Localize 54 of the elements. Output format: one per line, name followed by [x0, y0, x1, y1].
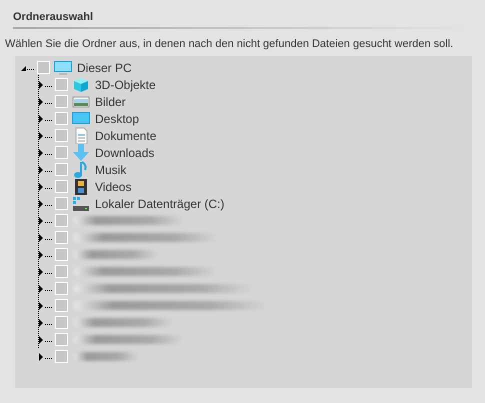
collapse-icon[interactable] [21, 64, 35, 72]
expand-icon[interactable] [39, 250, 53, 258]
tree-item-label[interactable]: Lokaler Datenträger (C:) [95, 196, 224, 210]
tree-item-label[interactable]: Desktop [95, 112, 140, 126]
cube-icon [72, 76, 90, 93]
checkbox[interactable] [55, 231, 68, 244]
tree-item-label[interactable]: Bilder [95, 94, 126, 108]
download-arrow-icon [72, 144, 90, 161]
expand-icon[interactable] [39, 268, 53, 276]
expand-icon[interactable] [39, 336, 53, 344]
expand-icon[interactable] [39, 284, 53, 292]
tree-item-label[interactable]: Dokumente [95, 128, 156, 142]
expand-icon[interactable] [39, 148, 53, 156]
checkbox[interactable] [55, 146, 68, 159]
expand-icon[interactable] [39, 216, 53, 224]
description-text: Wählen Sie die Ordner aus, in denen nach den nicht gefunden Dateien gesucht werden soll. [5, 37, 454, 51]
checkbox[interactable] [55, 129, 68, 142]
checkbox[interactable] [55, 333, 68, 346]
checkbox[interactable] [55, 265, 68, 278]
checkbox[interactable] [55, 248, 68, 261]
checkbox[interactable] [55, 214, 68, 227]
checkbox[interactable] [55, 180, 68, 193]
checkbox[interactable] [55, 95, 68, 108]
expand-icon[interactable] [39, 318, 53, 326]
checkbox[interactable] [55, 299, 68, 312]
computer-icon [54, 60, 72, 76]
tree-item-label[interactable]: Dieser PC [77, 60, 132, 74]
expand-icon[interactable] [39, 182, 53, 190]
expand-icon[interactable] [39, 302, 53, 310]
expand-icon[interactable] [39, 352, 53, 360]
tree-item-label[interactable]: Downloads [95, 146, 154, 160]
checkbox[interactable] [55, 316, 68, 329]
checkbox[interactable] [55, 112, 68, 125]
blurred-label [74, 352, 139, 361]
expand-icon[interactable] [39, 80, 53, 88]
expand-icon[interactable] [39, 200, 53, 208]
expand-icon[interactable] [39, 166, 53, 174]
section-title: Ordnerauswahl [13, 10, 94, 25]
expand-icon[interactable] [39, 98, 53, 106]
checkbox[interactable] [55, 350, 68, 363]
tree-item-label[interactable]: 3D-Objekte [95, 78, 156, 92]
checkbox[interactable] [55, 282, 68, 295]
film-icon [72, 178, 90, 195]
expand-icon[interactable] [39, 132, 53, 140]
drive-icon [72, 195, 90, 212]
expand-icon[interactable] [39, 114, 53, 122]
checkbox[interactable] [55, 163, 68, 176]
monitor-icon [72, 110, 90, 127]
expand-icon[interactable] [39, 234, 53, 242]
tree-item-label[interactable]: Musik [95, 162, 126, 176]
checkbox[interactable] [55, 197, 68, 210]
checkbox[interactable] [55, 78, 68, 91]
tree-item-label[interactable]: Videos [95, 180, 132, 194]
checkbox[interactable] [37, 61, 50, 74]
